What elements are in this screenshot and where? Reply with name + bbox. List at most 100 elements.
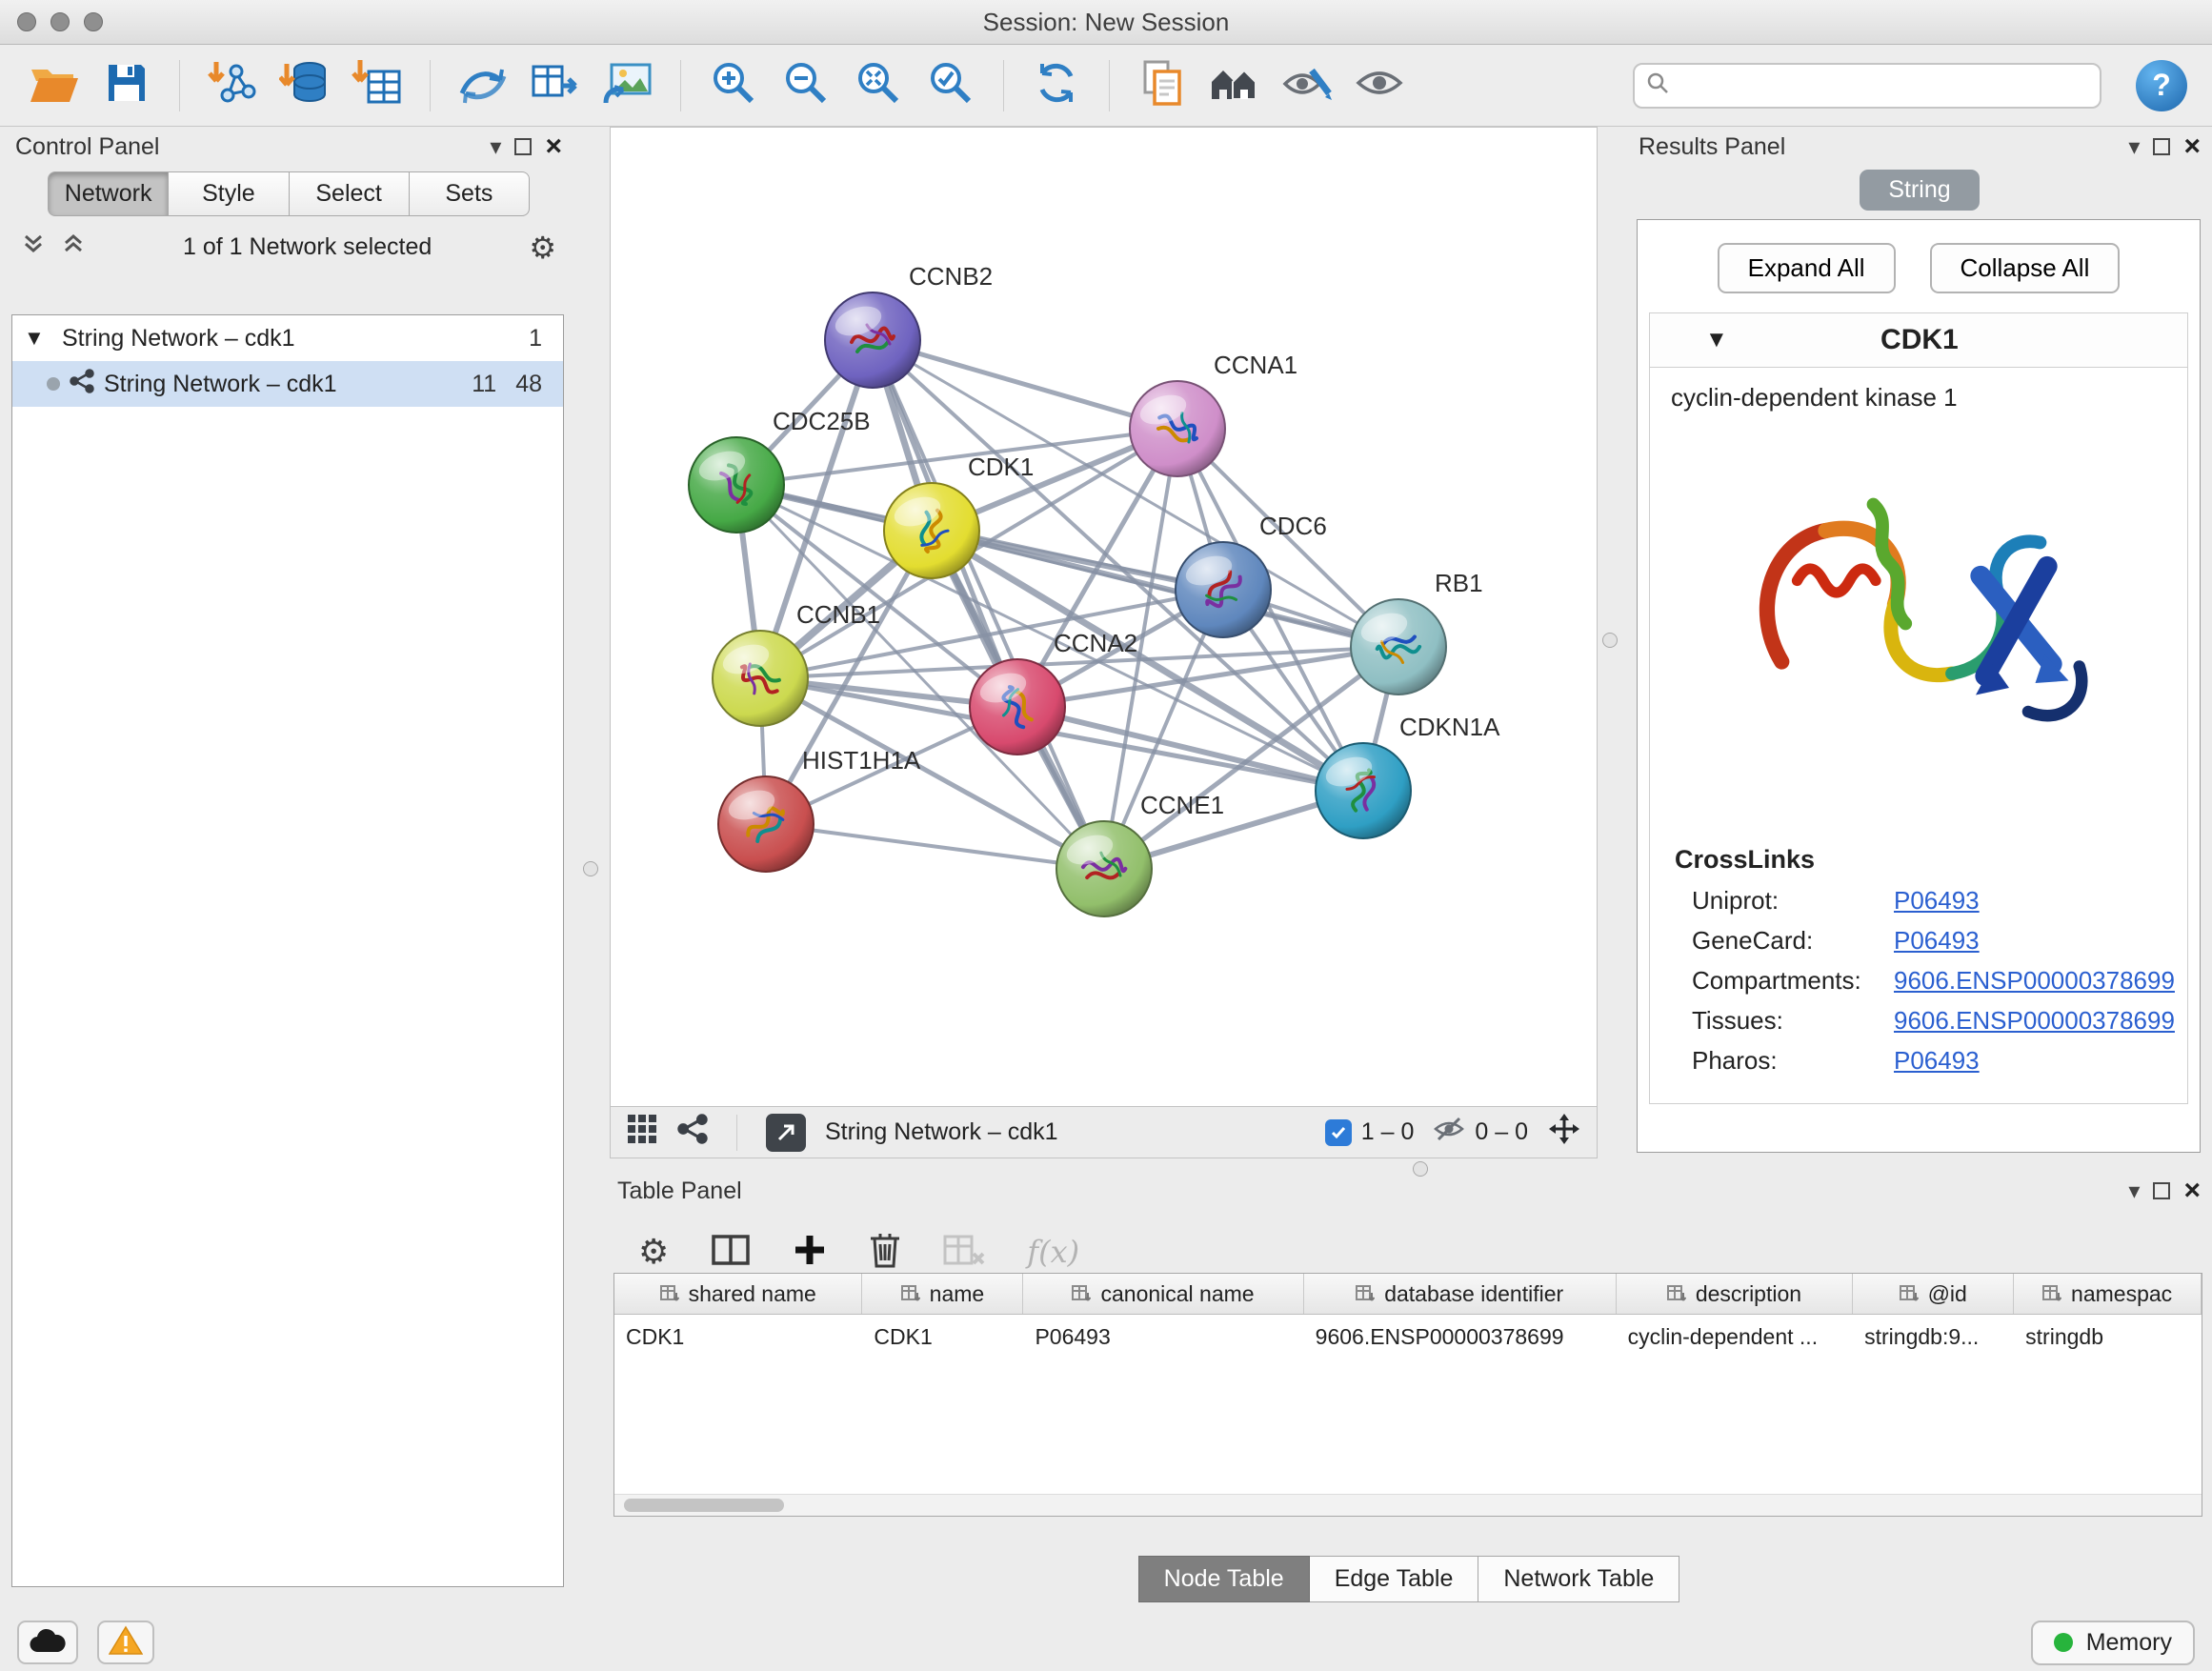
column-header-3[interactable]: database identifier — [1304, 1274, 1617, 1314]
network-node-CCNE1[interactable] — [1056, 821, 1152, 916]
search-box[interactable] — [1633, 63, 2101, 109]
new-network-button[interactable] — [453, 55, 513, 116]
network-collection-row[interactable]: ▼ String Network – cdk1 1 — [12, 315, 563, 361]
table-cell[interactable]: CDK1 — [862, 1315, 1023, 1359]
panel-menu-icon[interactable]: ▾ — [2128, 133, 2140, 161]
memory-button[interactable]: Memory — [2031, 1621, 2195, 1665]
splitter-handle[interactable] — [583, 861, 598, 876]
tab-network-table[interactable]: Network Table — [1478, 1556, 1679, 1602]
table-cell[interactable]: 9606.ENSP00000378699 — [1304, 1315, 1617, 1359]
tree-expand-icon[interactable]: ▼ — [24, 326, 52, 351]
section-collapse-icon[interactable]: ▼ — [1705, 327, 1728, 353]
network-node-CCNA1[interactable] — [1130, 381, 1225, 476]
apply-layout-button[interactable] — [1027, 55, 1086, 116]
network-node-CCNA2[interactable] — [970, 659, 1065, 755]
string-view-icon[interactable] — [677, 1114, 708, 1151]
open-session-button[interactable] — [25, 55, 84, 116]
crosslink-link[interactable]: 9606.ENSP00000378699 — [1894, 1006, 2175, 1036]
network-options-gear-icon[interactable]: ⚙ — [529, 232, 556, 263]
tab-style[interactable]: Style — [169, 171, 289, 216]
pan-mode-icon[interactable] — [1547, 1112, 1581, 1153]
crosslink-link[interactable]: P06493 — [1894, 886, 1980, 916]
table-cell[interactable]: CDK1 — [614, 1315, 862, 1359]
network-node-CCNB2[interactable] — [825, 292, 920, 388]
selected-checkbox-icon[interactable] — [1325, 1119, 1352, 1146]
tab-edge-table[interactable]: Edge Table — [1310, 1556, 1479, 1602]
float-panel-icon[interactable] — [514, 138, 532, 155]
panel-menu-icon[interactable]: ▾ — [2128, 1178, 2140, 1205]
crosslink-link[interactable]: 9606.ENSP00000378699 — [1894, 966, 2175, 996]
close-panel-icon[interactable]: × — [2183, 132, 2201, 161]
horizontal-scrollbar-track[interactable] — [614, 1494, 2202, 1516]
table-row[interactable]: CDK1CDK1P064939606.ENSP00000378699cyclin… — [614, 1315, 2202, 1359]
table-options-gear-icon[interactable]: ⚙ — [638, 1235, 669, 1269]
crosslink-link[interactable]: P06493 — [1894, 926, 1980, 956]
table-cell[interactable]: P06493 — [1023, 1315, 1303, 1359]
column-header-4[interactable]: description — [1617, 1274, 1854, 1314]
tab-network[interactable]: Network — [48, 171, 169, 216]
show-hide-button[interactable] — [1350, 55, 1409, 116]
import-network-from-database-button[interactable] — [275, 55, 334, 116]
minimize-window-button[interactable] — [50, 12, 70, 31]
close-window-button[interactable] — [17, 12, 36, 31]
toggle-graphics-details-button[interactable] — [1277, 55, 1337, 116]
float-panel-icon[interactable] — [2153, 1182, 2170, 1199]
delete-column-icon[interactable] — [869, 1231, 901, 1274]
tab-node-table[interactable]: Node Table — [1138, 1556, 1310, 1602]
cloud-status-button[interactable] — [17, 1621, 78, 1664]
horizontal-scrollbar-thumb[interactable] — [624, 1499, 784, 1512]
tab-select[interactable]: Select — [290, 171, 410, 216]
results-tab-string[interactable]: String — [1860, 170, 1979, 211]
search-input[interactable] — [1679, 71, 2088, 100]
network-node-CDC6[interactable] — [1176, 542, 1271, 637]
column-header-0[interactable]: shared name — [614, 1274, 862, 1314]
zoom-in-button[interactable] — [704, 55, 763, 116]
import-table-button[interactable] — [348, 55, 407, 116]
splitter-handle[interactable] — [1602, 633, 1618, 648]
show-columns-icon[interactable] — [711, 1232, 751, 1273]
crosslink-link[interactable]: P06493 — [1894, 1046, 1980, 1076]
network-node-RB1[interactable] — [1351, 599, 1446, 695]
network-node-CDK1[interactable] — [884, 483, 979, 578]
table-cell[interactable]: stringdb:9... — [1853, 1315, 2014, 1359]
export-image-button[interactable] — [598, 55, 657, 116]
tab-sets[interactable]: Sets — [410, 171, 530, 216]
column-header-5[interactable]: @id — [1853, 1274, 2014, 1314]
network-overview-button[interactable] — [1205, 55, 1264, 116]
gene-section-header[interactable]: ▼ CDK1 — [1650, 313, 2187, 368]
splitter-handle[interactable] — [1413, 1161, 1428, 1177]
hidden-eye-slash-icon[interactable] — [1433, 1116, 1465, 1149]
warnings-button[interactable] — [97, 1621, 154, 1664]
expand-all-button[interactable]: Expand All — [1718, 243, 1896, 293]
panel-menu-icon[interactable]: ▾ — [490, 133, 501, 161]
network-node-CDC25B[interactable] — [689, 437, 784, 533]
close-panel-icon[interactable]: × — [2183, 1177, 2201, 1205]
collapse-all-button[interactable]: Collapse All — [1930, 243, 2121, 293]
birds-eye-view-icon[interactable] — [626, 1113, 658, 1152]
help-button[interactable]: ? — [2136, 60, 2187, 111]
table-cell[interactable]: cyclin-dependent ... — [1617, 1315, 1854, 1359]
zoom-out-button[interactable] — [776, 55, 835, 116]
close-panel-icon[interactable]: × — [545, 132, 562, 161]
expand-all-networks-icon[interactable] — [21, 232, 46, 263]
save-session-button[interactable] — [97, 55, 156, 116]
network-node-CCNB1[interactable] — [713, 631, 808, 726]
clone-network-button[interactable] — [1133, 55, 1192, 116]
network-node-HIST1H1A[interactable] — [718, 776, 814, 872]
column-header-1[interactable]: name — [862, 1274, 1023, 1314]
network-from-table-button[interactable] — [526, 55, 585, 116]
detach-view-button[interactable] — [766, 1114, 806, 1152]
zoom-selected-button[interactable] — [921, 55, 980, 116]
column-header-6[interactable]: namespac — [2014, 1274, 2202, 1314]
table-cell[interactable]: stringdb — [2014, 1315, 2202, 1359]
float-panel-icon[interactable] — [2153, 138, 2170, 155]
network-node-CDKN1A[interactable] — [1316, 743, 1411, 838]
network-canvas[interactable]: CCNB2CCNA1CDC25BCDK1CDC6RB1CCNB1CCNA2CDK… — [611, 128, 1597, 1106]
create-column-icon[interactable] — [793, 1233, 827, 1272]
column-header-2[interactable]: canonical name — [1023, 1274, 1303, 1314]
zoom-window-button[interactable] — [84, 12, 103, 31]
zoom-fit-button[interactable] — [849, 55, 908, 116]
import-network-from-file-button[interactable] — [203, 55, 262, 116]
collapse-all-networks-icon[interactable] — [61, 232, 86, 263]
network-row[interactable]: String Network – cdk1 11 48 — [12, 361, 563, 407]
